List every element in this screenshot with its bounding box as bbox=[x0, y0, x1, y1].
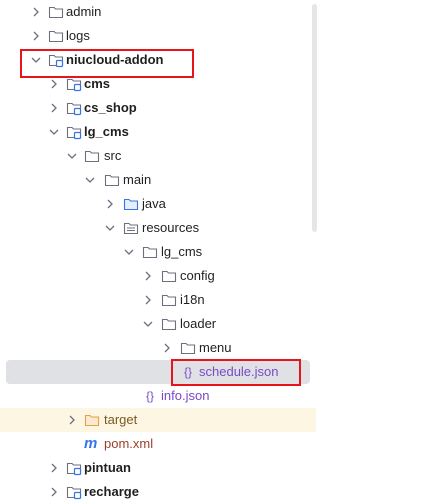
tree-item-label: config bbox=[180, 268, 215, 283]
tree-item-menu[interactable]: menu bbox=[0, 336, 316, 360]
folder-icon bbox=[161, 318, 177, 331]
tree-item-target[interactable]: target bbox=[0, 408, 316, 432]
chevron-down-icon[interactable] bbox=[142, 318, 154, 330]
tree-item-label: lg_cms bbox=[84, 124, 129, 139]
module-folder-icon bbox=[66, 486, 82, 500]
chevron-right-icon[interactable] bbox=[30, 6, 42, 18]
chevron-down-icon[interactable] bbox=[84, 174, 96, 186]
tree-item-lg-cms-resources[interactable]: lg_cms bbox=[0, 240, 316, 264]
module-folder-icon bbox=[66, 102, 82, 116]
tree-item-label: target bbox=[104, 412, 138, 427]
json-file-icon: {} bbox=[145, 389, 154, 403]
folder-icon bbox=[48, 30, 64, 43]
tree-item-admin[interactable]: admin bbox=[0, 0, 316, 24]
highlight-box-niucloud-addon bbox=[20, 49, 194, 78]
chevron-right-icon[interactable] bbox=[142, 294, 154, 306]
chevron-right-icon[interactable] bbox=[30, 30, 42, 42]
source-folder-icon bbox=[123, 198, 139, 211]
chevron-down-icon[interactable] bbox=[123, 246, 135, 258]
excluded-folder-icon bbox=[84, 414, 100, 427]
tree-item-label: main bbox=[123, 172, 152, 187]
chevron-right-icon[interactable] bbox=[48, 102, 60, 114]
tree-item-i18n[interactable]: i18n bbox=[0, 288, 316, 312]
folder-icon bbox=[142, 246, 158, 259]
chevron-right-icon[interactable] bbox=[66, 414, 78, 426]
tree-item-label: i18n bbox=[180, 292, 205, 307]
tree-item-label: recharge bbox=[84, 484, 139, 499]
tree-item-pom-xml[interactable]: m pom.xml bbox=[0, 432, 316, 456]
chevron-right-icon[interactable] bbox=[161, 342, 173, 354]
chevron-down-icon[interactable] bbox=[104, 222, 116, 234]
folder-icon bbox=[161, 294, 177, 307]
tree-item-pintuan[interactable]: pintuan bbox=[0, 456, 316, 480]
folder-icon bbox=[161, 270, 177, 283]
tree-item-label: info.json bbox=[161, 388, 210, 403]
tree-item-label: cs_shop bbox=[84, 100, 137, 115]
tree-item-label: pom.xml bbox=[104, 436, 154, 451]
tree-item-src[interactable]: src bbox=[0, 144, 316, 168]
tree-item-resources[interactable]: resources bbox=[0, 216, 316, 240]
tree-item-config[interactable]: config bbox=[0, 264, 316, 288]
vertical-scrollbar[interactable] bbox=[312, 4, 317, 232]
tree-item-label: java bbox=[142, 196, 166, 211]
chevron-right-icon[interactable] bbox=[104, 198, 116, 210]
chevron-down-icon[interactable] bbox=[48, 126, 60, 138]
chevron-right-icon[interactable] bbox=[48, 462, 60, 474]
tree-item-java[interactable]: java bbox=[0, 192, 316, 216]
tree-item-recharge[interactable]: recharge bbox=[0, 480, 316, 504]
maven-file-icon: m bbox=[84, 435, 98, 452]
chevron-right-icon[interactable] bbox=[142, 270, 154, 282]
resources-folder-icon bbox=[123, 222, 139, 235]
chevron-down-icon[interactable] bbox=[66, 150, 78, 162]
folder-icon bbox=[48, 6, 64, 19]
tree-item-label: menu bbox=[199, 340, 232, 355]
folder-icon bbox=[180, 342, 196, 355]
tree-item-label: lg_cms bbox=[161, 244, 203, 259]
tree-item-label: logs bbox=[66, 28, 90, 43]
tree-item-loader[interactable]: loader bbox=[0, 312, 316, 336]
highlight-box-schedule-json bbox=[171, 359, 301, 386]
tree-item-label: cms bbox=[84, 76, 111, 91]
tree-item-label: pintuan bbox=[84, 460, 131, 475]
tree-item-info-json[interactable]: {} info.json bbox=[0, 384, 316, 408]
tree-item-label: src bbox=[104, 148, 122, 163]
tree-item-label: resources bbox=[142, 220, 200, 235]
module-folder-icon bbox=[66, 462, 82, 476]
tree-item-logs[interactable]: logs bbox=[0, 24, 316, 48]
tree-item-label: loader bbox=[180, 316, 217, 331]
tree-item-lg-cms[interactable]: lg_cms bbox=[0, 120, 316, 144]
tree-item-main[interactable]: main bbox=[0, 168, 316, 192]
chevron-right-icon[interactable] bbox=[48, 78, 60, 90]
chevron-right-icon[interactable] bbox=[48, 486, 60, 498]
folder-icon bbox=[104, 174, 120, 187]
module-folder-icon bbox=[66, 126, 82, 140]
folder-icon bbox=[84, 150, 100, 163]
tree-item-cs-shop[interactable]: cs_shop bbox=[0, 96, 316, 120]
tree-item-label: admin bbox=[66, 4, 102, 19]
module-folder-icon bbox=[66, 78, 82, 92]
